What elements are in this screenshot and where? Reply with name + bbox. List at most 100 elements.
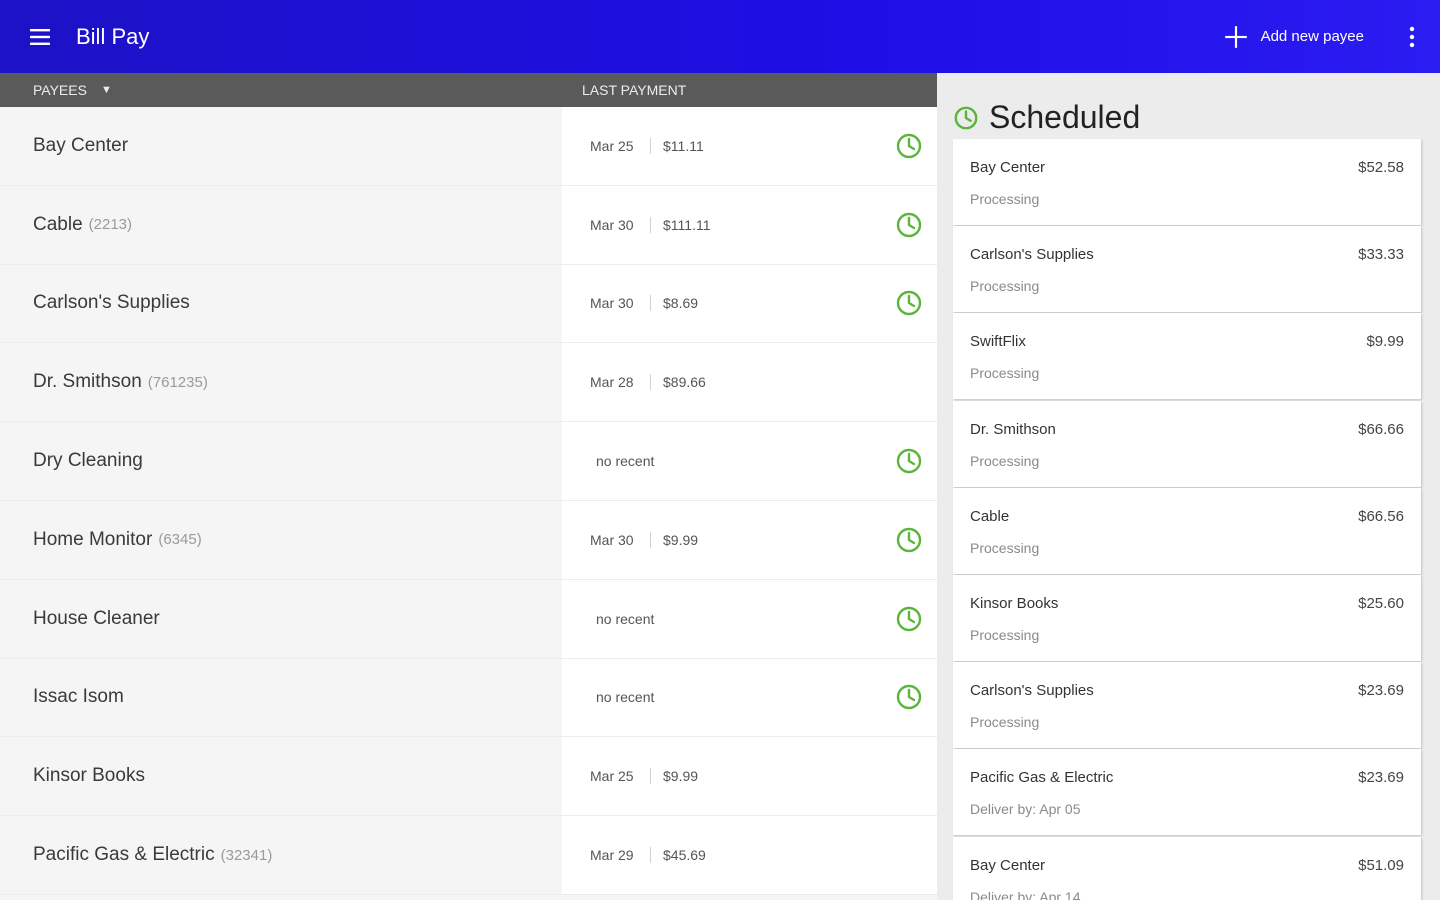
scheduled-payment-card[interactable]: Cable $66.56 Processing bbox=[953, 487, 1421, 574]
divider bbox=[650, 216, 651, 233]
payee-name-cell: Cable (2213) bbox=[0, 185, 562, 264]
payee-name: House Cleaner bbox=[33, 607, 160, 629]
last-payment-cell: Mar 25 $11.11 bbox=[562, 107, 937, 185]
last-payment-date: Mar 28 bbox=[590, 374, 634, 391]
last-payment-date: Mar 25 bbox=[590, 768, 634, 785]
scheduled-amount: $52.58 bbox=[1358, 159, 1404, 176]
dropdown-arrow-icon: ▼ bbox=[100, 84, 112, 96]
last-payment-column-header: LAST PAYMENT bbox=[582, 82, 687, 98]
last-payment-amount: $111.11 bbox=[663, 216, 711, 233]
payee-name-cell: Pacific Gas & Electric (32341) bbox=[0, 816, 562, 894]
scheduled-amount: $51.09 bbox=[1358, 856, 1404, 874]
scheduled-clock-icon[interactable] bbox=[895, 447, 923, 475]
payee-list-panel: PAYEES ▼ LAST PAYMENT Bay Center Mar 25 $1… bbox=[0, 73, 937, 900]
payee-name-cell: House Cleaner bbox=[0, 579, 562, 658]
payee-row[interactable]: Kinsor Books Mar 25 $9.99 bbox=[0, 737, 937, 817]
payee-name-cell: Dr. Smithson (761235) bbox=[0, 343, 562, 422]
last-payment-date: Mar 30 bbox=[590, 531, 634, 548]
payee-row[interactable]: Dry Cleaning no recent bbox=[0, 422, 937, 501]
payee-account-number: (2213) bbox=[88, 216, 133, 234]
scheduled-payee-name: Cable bbox=[970, 507, 1010, 525]
payee-name: Pacific Gas & Electric bbox=[33, 844, 215, 866]
scheduled-payment-card[interactable]: Pacific Gas & Electric $23.69 Deliver by: … bbox=[953, 749, 1421, 836]
scheduled-panel: Scheduled Bay Center $52.58 Processing Carl… bbox=[937, 73, 1440, 900]
scheduled-payee-name: SwiftFlix bbox=[970, 333, 1026, 351]
list-header: PAYEES ▼ LAST PAYMENT bbox=[0, 73, 937, 107]
clock-icon bbox=[954, 106, 978, 129]
last-payment-cell: Mar 29 $45.69 bbox=[562, 816, 937, 894]
scheduled-status: Processing bbox=[970, 278, 1040, 295]
scheduled-status: Processing bbox=[970, 365, 1040, 382]
last-payment-date: Mar 29 bbox=[590, 847, 634, 864]
payee-name: Issac Isom bbox=[33, 686, 124, 708]
page-title: Bill Pay bbox=[76, 23, 150, 49]
last-payment-amount: $8.69 bbox=[663, 295, 699, 312]
scheduled-payment-card[interactable]: Dr. Smithson $66.66 Processing bbox=[953, 400, 1421, 487]
payees-column-header: PAYEES bbox=[33, 82, 87, 98]
payee-row[interactable]: Bay Center Mar 25 $11.11 bbox=[0, 107, 937, 186]
payee-name: Kinsor Books bbox=[33, 765, 145, 787]
payee-row[interactable]: Issac Isom no recent bbox=[0, 658, 937, 738]
payee-name: Carlson's Supplies bbox=[33, 292, 190, 314]
last-payment-cell: no recent bbox=[562, 579, 937, 658]
payee-name: Cable bbox=[33, 213, 83, 235]
scheduled-status: Deliver by: Apr 05 bbox=[970, 801, 1081, 818]
payee-row[interactable]: Pacific Gas & Electric (32341) Mar 29 $45.6… bbox=[0, 816, 937, 895]
payee-name-cell: Issac Isom bbox=[0, 658, 562, 737]
scheduled-clock-icon[interactable] bbox=[895, 526, 923, 554]
no-recent-label: no recent bbox=[596, 453, 655, 470]
scheduled-clock-icon[interactable] bbox=[895, 683, 923, 711]
app-bar: Bill Pay Add new payee bbox=[0, 0, 1440, 73]
scheduled-payment-card[interactable]: Carlson's Supplies $23.69 Processing bbox=[953, 662, 1421, 749]
scheduled-payee-name: Bay Center bbox=[970, 856, 1046, 874]
divider bbox=[650, 374, 651, 391]
payee-row[interactable]: Home Monitor (6345) Mar 30 $9.99 bbox=[0, 500, 937, 580]
scheduled-payment-card[interactable]: SwiftFlix $9.99 Processing bbox=[953, 313, 1421, 400]
payee-name-cell: Dry Cleaning bbox=[0, 422, 562, 500]
last-payment-amount: $89.66 bbox=[663, 374, 706, 391]
scheduled-payment-card[interactable]: Carlson's Supplies $33.33 Processing bbox=[953, 226, 1421, 313]
scheduled-header: Scheduled bbox=[953, 99, 1140, 136]
scheduled-payment-card[interactable]: Kinsor Books $25.60 Processing bbox=[953, 574, 1421, 661]
scheduled-payee-name: Pacific Gas & Electric bbox=[970, 769, 1114, 787]
last-payment-date: Mar 30 bbox=[590, 216, 634, 233]
scheduled-status: Processing bbox=[970, 714, 1040, 731]
payee-row[interactable]: Dr. Smithson (761235) Mar 28 $89.66 bbox=[0, 343, 937, 423]
divider bbox=[650, 847, 651, 864]
scheduled-payment-card[interactable]: Bay Center $52.58 Processing bbox=[953, 139, 1421, 225]
scheduled-status: Processing bbox=[970, 452, 1040, 469]
payee-name-cell: Kinsor Books bbox=[0, 737, 562, 816]
payees-sort-dropdown[interactable]: PAYEES ▼ bbox=[33, 82, 112, 98]
scheduled-amount: $23.69 bbox=[1358, 769, 1404, 787]
payee-name-cell: Bay Center bbox=[0, 107, 562, 185]
last-payment-amount: $45.69 bbox=[663, 847, 706, 864]
payee-row[interactable]: Cable (2213) Mar 30 $111.11 bbox=[0, 185, 937, 265]
payee-row[interactable]: House Cleaner no recent bbox=[0, 579, 937, 659]
scheduled-payee-name: Dr. Smithson bbox=[970, 420, 1056, 438]
divider bbox=[650, 768, 651, 785]
scheduled-payee-name: Carlson's Supplies bbox=[970, 246, 1094, 264]
scheduled-payee-name: Carlson's Supplies bbox=[970, 682, 1094, 700]
last-payment-amount: $11.11 bbox=[663, 137, 704, 154]
payee-name: Bay Center bbox=[33, 134, 129, 156]
hamburger-menu-icon bbox=[30, 28, 50, 45]
add-new-payee-button[interactable]: Add new payee bbox=[1223, 24, 1364, 50]
scheduled-amount: $9.99 bbox=[1366, 333, 1404, 351]
scheduled-amount: $66.66 bbox=[1358, 420, 1404, 438]
scheduled-status: Processing bbox=[970, 539, 1040, 556]
menu-button[interactable] bbox=[0, 0, 80, 73]
scheduled-status: Processing bbox=[970, 626, 1040, 643]
payee-name: Dr. Smithson bbox=[33, 371, 142, 393]
overflow-menu-button[interactable] bbox=[1384, 0, 1440, 73]
scheduled-clock-icon[interactable] bbox=[895, 605, 923, 633]
scheduled-clock-icon[interactable] bbox=[895, 289, 923, 317]
payee-row[interactable]: Carlson's Supplies Mar 30 $8.69 bbox=[0, 264, 937, 344]
last-payment-cell: Mar 25 $9.99 bbox=[562, 737, 937, 816]
scheduled-payment-card[interactable]: Bay Center $51.09 Deliver by: Apr 14 bbox=[953, 836, 1421, 900]
last-payment-cell: Mar 30 $9.99 bbox=[562, 500, 937, 579]
scheduled-clock-icon[interactable] bbox=[895, 132, 923, 160]
payee-name: Dry Cleaning bbox=[33, 450, 143, 472]
payee-account-number: (32341) bbox=[220, 846, 273, 864]
scheduled-clock-icon[interactable] bbox=[895, 211, 923, 239]
scheduled-status: Processing bbox=[970, 191, 1040, 207]
